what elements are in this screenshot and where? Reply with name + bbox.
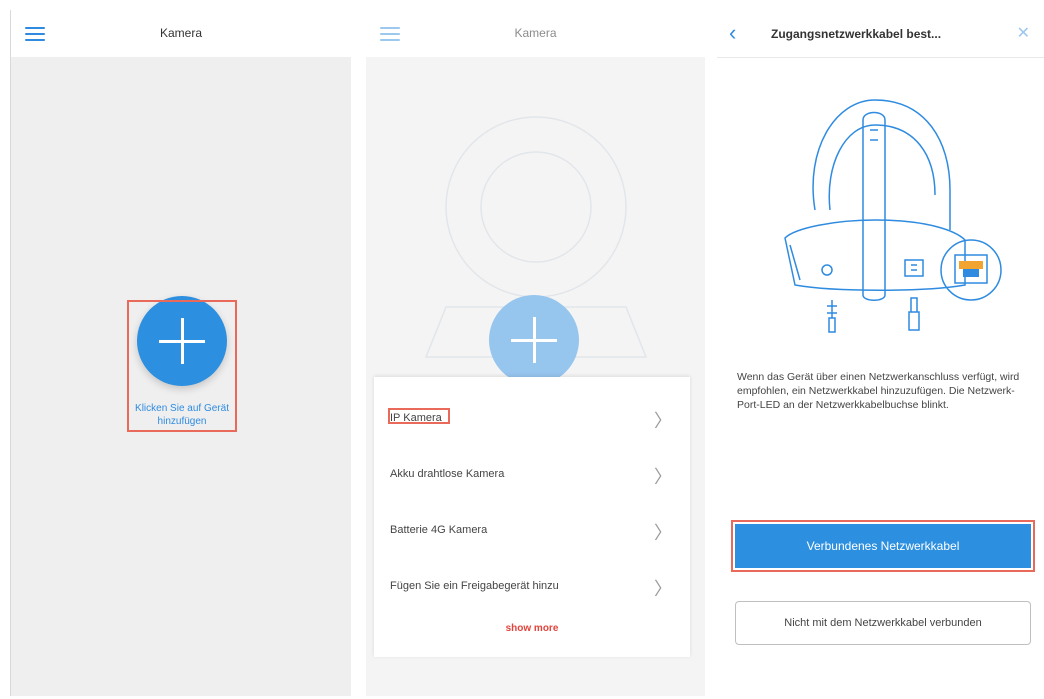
menu-item-battery-wireless-camera[interactable]: Akku drahtlose Kamera 〉 bbox=[374, 447, 690, 503]
menu-item-label: Batterie 4G Kamera bbox=[390, 524, 488, 536]
show-more-link[interactable]: show more bbox=[374, 623, 690, 634]
menu-item-shared-device[interactable]: Fügen Sie ein Freigabegerät hinzu 〉 bbox=[374, 559, 690, 615]
highlight-box bbox=[731, 520, 1035, 572]
page-title: Kamera bbox=[159, 26, 203, 40]
device-type-screen: Kamera IP Kamera 〉 Akku drahtlose Kamera… bbox=[366, 10, 705, 696]
page-title: Zugangsnetzwerkkabel best... bbox=[771, 27, 942, 41]
network-cable-screen: ‹ Zugangsnetzwerkkabel best... ✕ Wenn da… bbox=[717, 10, 1044, 696]
app-header: Kamera bbox=[366, 10, 705, 57]
highlight-box bbox=[127, 300, 237, 432]
cable-not-connected-button[interactable]: Nicht mit dem Netzwerkkabel verbunden bbox=[735, 601, 1031, 645]
chevron-right-icon: 〉 bbox=[654, 579, 672, 599]
add-device-button[interactable] bbox=[489, 295, 579, 385]
menu-item-label: Fügen Sie ein Freigabegerät hinzu bbox=[390, 580, 559, 592]
chevron-right-icon: 〉 bbox=[654, 523, 672, 543]
app-header: ‹ Zugangsnetzwerkkabel best... ✕ bbox=[717, 10, 1044, 57]
close-icon[interactable]: ✕ bbox=[1017, 23, 1030, 43]
menu-item-4g-camera[interactable]: Batterie 4G Kamera 〉 bbox=[374, 503, 690, 559]
menu-item-label: Akku drahtlose Kamera bbox=[390, 468, 505, 480]
chevron-right-icon: 〉 bbox=[654, 467, 672, 487]
highlight-box bbox=[388, 408, 450, 424]
chevron-right-icon: 〉 bbox=[654, 411, 672, 431]
camera-home-screen: Kamera Klicken Sie auf Gerät hinzufügen bbox=[10, 10, 351, 696]
header-divider bbox=[717, 57, 1044, 58]
device-type-menu: IP Kamera 〉 Akku drahtlose Kamera 〉 Batt… bbox=[374, 377, 690, 657]
chevron-left-icon[interactable]: ‹ bbox=[729, 20, 736, 46]
camera-back-illustration bbox=[784, 99, 1002, 333]
page-title: Kamera bbox=[514, 26, 557, 40]
instruction-text: Wenn das Gerät über einen Netzwerkanschl… bbox=[737, 371, 1020, 411]
app-header: Kamera bbox=[11, 10, 351, 57]
